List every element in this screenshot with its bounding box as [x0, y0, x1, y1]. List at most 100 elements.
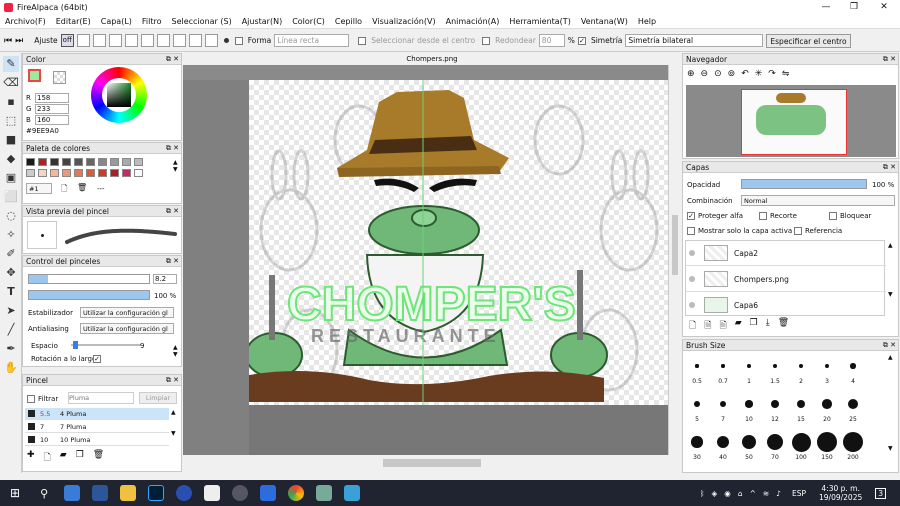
- redondear-input[interactable]: 80: [538, 34, 565, 47]
- palette-swatch[interactable]: [122, 169, 131, 177]
- brush-tool-icon[interactable]: ✎: [3, 56, 19, 72]
- menu-herramienta[interactable]: Herramienta(T): [504, 17, 575, 26]
- bluetooth-icon[interactable]: ᛒ: [700, 489, 705, 498]
- flip-icon[interactable]: ⇋: [782, 69, 790, 79]
- brush-size-cell[interactable]: [815, 354, 839, 378]
- word-icon[interactable]: [92, 485, 109, 501]
- lasso-tool-icon[interactable]: ◌: [3, 208, 19, 224]
- rotate-right-icon[interactable]: ↷: [768, 69, 776, 79]
- zoom-in-icon[interactable]: ⊕: [687, 69, 695, 79]
- palette-swatch[interactable]: [50, 169, 59, 177]
- operation-tool-icon[interactable]: ➤: [3, 303, 19, 319]
- select-pen-tool-icon[interactable]: ✐: [3, 246, 19, 262]
- palette-swatch[interactable]: [134, 158, 143, 166]
- language-indicator[interactable]: ESP: [792, 489, 806, 498]
- brush-control-scroll[interactable]: ▲ ▼: [173, 344, 178, 358]
- chevron-up-icon[interactable]: ^: [750, 489, 756, 498]
- menu-visualizacion[interactable]: Visualización(V): [367, 17, 441, 26]
- delete-layer-icon[interactable]: 🗑: [778, 318, 789, 334]
- brush-size-cell[interactable]: [841, 392, 865, 416]
- panel-close-icon[interactable]: ⧉ ✕: [166, 143, 179, 154]
- gradient-tool-icon[interactable]: ▣: [3, 170, 19, 186]
- chrome-icon[interactable]: [288, 485, 305, 501]
- palette-swatch[interactable]: [98, 169, 107, 177]
- minimize-icon[interactable]: —: [812, 0, 840, 14]
- proteger-checkbox[interactable]: [687, 212, 695, 220]
- snap-parallel-button[interactable]: [76, 34, 90, 47]
- navigator-thumbnail[interactable]: [686, 85, 896, 157]
- palette-swatch[interactable]: [38, 158, 47, 166]
- new-brush-icon[interactable]: 🗋: [44, 450, 51, 466]
- hand-tool-icon[interactable]: ✋: [3, 360, 19, 376]
- file-explorer-icon[interactable]: [120, 485, 137, 501]
- select-tool-icon[interactable]: ⬚: [3, 113, 19, 129]
- mostrar-checkbox[interactable]: [687, 227, 695, 235]
- menu-help[interactable]: Help: [633, 17, 661, 26]
- blend-mode-select[interactable]: Normal: [741, 195, 895, 206]
- brush-size-value[interactable]: 8.2: [153, 274, 177, 284]
- brush-size-cell[interactable]: [815, 430, 839, 454]
- palette-swatch[interactable]: [86, 158, 95, 166]
- divide-tool-icon[interactable]: ╱: [3, 322, 19, 338]
- tray-icon[interactable]: ◈: [712, 489, 718, 498]
- filtrar-checkbox[interactable]: [27, 395, 35, 403]
- espacio-slider[interactable]: [71, 341, 141, 349]
- clock[interactable]: 4:30 p. m. 19/09/2025: [819, 484, 862, 502]
- maximize-icon[interactable]: ❐: [840, 0, 868, 14]
- add-brush-icon[interactable]: ✚: [27, 450, 35, 466]
- layer-visibility-icon[interactable]: [689, 302, 695, 308]
- new-palette-icon[interactable]: 🗋: [61, 183, 67, 197]
- brush-list-item[interactable]: 7 7 Pluma: [25, 421, 169, 433]
- antialiasing-select[interactable]: Utilizar la configuración gl: [80, 323, 174, 334]
- brush-size-cell[interactable]: [737, 430, 761, 454]
- brush-size-cell[interactable]: [763, 354, 787, 378]
- new-layer-icon[interactable]: 🗋: [689, 318, 696, 334]
- brush-size-cell[interactable]: [685, 392, 709, 416]
- taskbar-app-icon[interactable]: [344, 485, 361, 501]
- snap-3d-button[interactable]: [188, 34, 202, 47]
- tray-icon[interactable]: ⌂: [738, 489, 743, 498]
- taskbar-app-icon[interactable]: [176, 485, 193, 501]
- brush-opacity-slider[interactable]: [28, 290, 150, 300]
- artboard[interactable]: CHOMPER'S RESTAURANTE: [249, 80, 668, 405]
- ajuste-off-button[interactable]: off: [60, 34, 74, 47]
- rotate-left-icon[interactable]: ↶: [741, 69, 749, 79]
- palette-swatch[interactable]: [26, 158, 35, 166]
- layer-list-scroll[interactable]: ▲ ▼: [888, 242, 893, 298]
- text-tool-icon[interactable]: T: [3, 284, 19, 300]
- rotacion-checkbox[interactable]: [93, 355, 101, 363]
- new-1bit-layer-icon[interactable]: 🗎: [720, 318, 727, 334]
- brush-size-cell[interactable]: [685, 430, 709, 454]
- snap-perspective-button[interactable]: [172, 34, 186, 47]
- new-folder-icon[interactable]: ▰: [735, 318, 742, 334]
- layer-opacity-slider[interactable]: [741, 179, 867, 189]
- taskbar-app-icon[interactable]: [64, 485, 81, 501]
- brush-size-cell[interactable]: [763, 392, 787, 416]
- layer-row[interactable]: Capa6: [686, 293, 886, 317]
- select-center-checkbox[interactable]: [358, 36, 367, 45]
- zoom-out-icon[interactable]: ⊖: [701, 69, 709, 79]
- simetria-checkbox[interactable]: [577, 36, 586, 45]
- brush-size-scroll[interactable]: ▲ ▼: [888, 354, 893, 452]
- move-tool-icon[interactable]: ✥: [3, 265, 19, 281]
- panel-close-icon[interactable]: ⧉ ✕: [883, 162, 896, 173]
- duplicate-icon[interactable]: ❐: [76, 450, 84, 466]
- brush-list-item[interactable]: 10 10 Pluma: [25, 434, 169, 446]
- bloquear-checkbox[interactable]: [829, 212, 837, 220]
- firealpaca-icon[interactable]: [204, 485, 221, 501]
- palette-swatch[interactable]: [98, 158, 107, 166]
- brush-size-cell[interactable]: [711, 430, 735, 454]
- close-icon[interactable]: ✕: [870, 0, 898, 14]
- snap-cross-button[interactable]: [92, 34, 106, 47]
- eyedropper-tool-icon[interactable]: ✒: [3, 341, 19, 357]
- panel-close-icon[interactable]: ⧉ ✕: [166, 54, 179, 65]
- palette-swatch[interactable]: [134, 169, 143, 177]
- panel-close-icon[interactable]: ⧉ ✕: [883, 340, 896, 351]
- color-wheel[interactable]: [91, 67, 147, 123]
- palette-swatch[interactable]: [62, 169, 71, 177]
- merge-down-icon[interactable]: ⤓: [766, 318, 770, 334]
- menu-animacion[interactable]: Animación(A): [441, 17, 505, 26]
- bucket-tool-icon[interactable]: ◆: [3, 151, 19, 167]
- menu-capa[interactable]: Capa(L): [96, 17, 137, 26]
- marquee-tool-icon[interactable]: ⬜: [3, 189, 19, 205]
